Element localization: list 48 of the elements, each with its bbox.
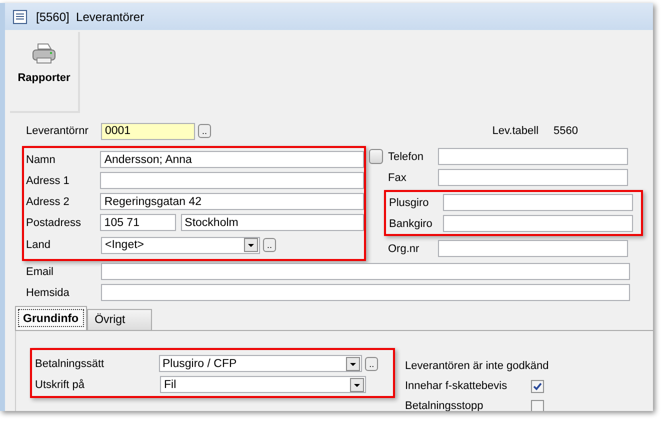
text-field[interactable] <box>101 284 630 301</box>
field-label: Betalningssätt <box>35 358 106 370</box>
checkbox[interactable] <box>531 400 544 411</box>
browse-button[interactable]: .. <box>365 356 378 370</box>
dropdown[interactable]: Plusgiro / CFP <box>158 355 362 372</box>
field-label: Hemsida <box>26 286 70 298</box>
zip-field[interactable]: 105 71 <box>100 214 176 231</box>
text-field[interactable] <box>438 148 628 165</box>
field-label: Org.nr <box>388 242 420 254</box>
field-label: Fax <box>388 172 408 184</box>
field-label: Bankgiro <box>388 218 434 230</box>
text-field[interactable] <box>438 169 628 186</box>
window-title: [5560] Leverantörer <box>36 10 144 24</box>
field-label: Plusgiro <box>388 196 430 208</box>
text-field[interactable] <box>438 240 628 257</box>
city-field[interactable]: Stockholm <box>180 214 364 231</box>
option-label: Leverantören är inte godkänd <box>405 360 549 372</box>
window-icon <box>12 8 28 24</box>
field-label: Leverantörnr <box>26 125 90 137</box>
text-field[interactable] <box>443 215 633 232</box>
reports-button[interactable]: Rapporter <box>10 32 80 113</box>
text-field[interactable]: Andersson; Anna <box>100 151 364 168</box>
browse-button[interactable]: .. <box>263 238 276 252</box>
option-label: Innehar f-skattebevis <box>405 380 508 392</box>
browse-button[interactable]: .. <box>198 124 211 138</box>
field-label: Namn <box>26 154 56 166</box>
option-label: Betalningsstopp <box>405 400 484 411</box>
field-label: Email <box>26 266 55 278</box>
text-field[interactable] <box>100 172 364 189</box>
field-label: Adress 2 <box>26 196 70 208</box>
text-field[interactable]: Regeringsgatan 42 <box>100 193 364 210</box>
text-field[interactable] <box>101 263 630 280</box>
country-dropdown[interactable]: <Inget> <box>101 236 260 254</box>
field-label: Land <box>26 239 52 251</box>
tab[interactable]: Grundinfo <box>15 306 87 330</box>
supplier-number-field[interactable]: 0001 <box>101 122 195 140</box>
field-label: Utskrift på <box>35 378 86 390</box>
field-label: Adress 1 <box>26 174 70 186</box>
field-label: Lev.tabell <box>492 125 539 137</box>
table-number: 5560 <box>554 125 578 137</box>
checkbox[interactable] <box>369 149 383 164</box>
printer-icon <box>31 42 57 66</box>
text-field[interactable] <box>443 194 633 211</box>
tab[interactable]: Övrigt <box>86 309 152 330</box>
dropdown[interactable]: Fil <box>160 376 366 393</box>
field-label: Postadress <box>26 216 82 228</box>
field-label: Telefon <box>388 150 424 162</box>
checkbox[interactable] <box>531 380 544 392</box>
